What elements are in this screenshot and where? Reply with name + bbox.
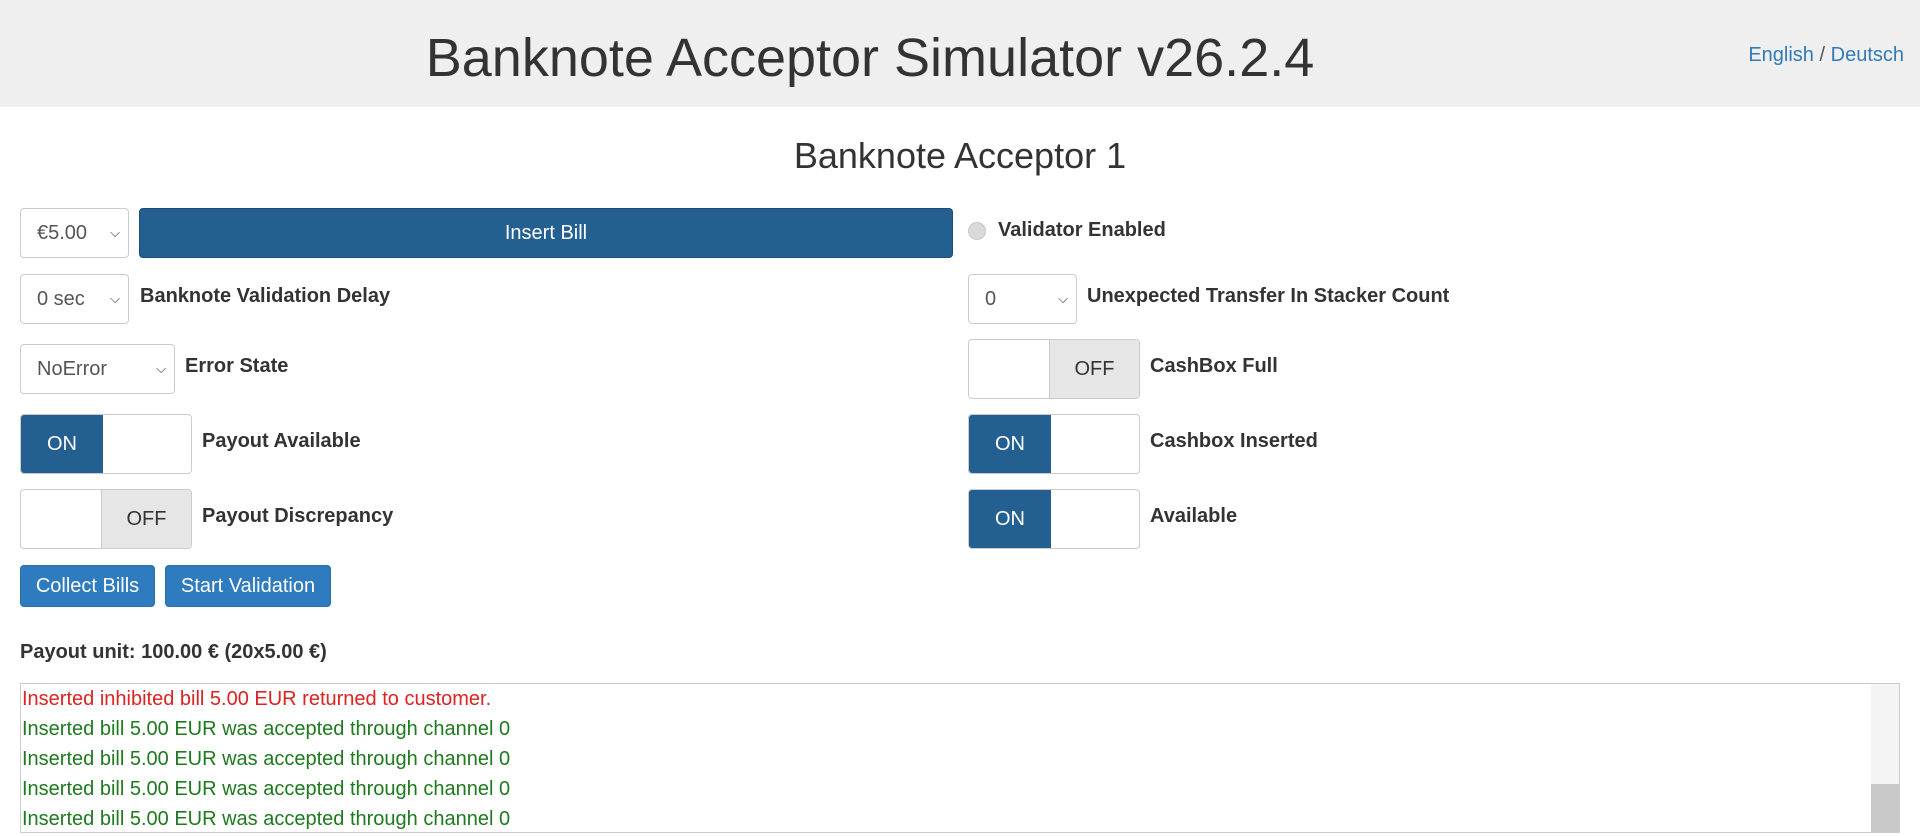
log-line: Inserted bill 5.00 EUR was accepted thro… [22,808,511,830]
language-switcher: English / Deutsch [1748,44,1904,67]
validation-delay-label: Banknote Validation Delay [140,285,391,307]
lang-english-link[interactable]: English [1748,44,1814,66]
app-title: Banknote Acceptor Simulator v26.2.4 [425,28,1315,88]
payout-available-toggle[interactable]: ON [20,414,192,474]
unexpected-transfer-select[interactable]: 0 ⌵ [968,274,1077,324]
payout-available-label: Payout Available [202,430,361,452]
payout-discrepancy-toggle[interactable]: OFF [20,489,192,549]
error-state-value: NoError [37,358,108,380]
chevron-down-icon: ⌵ [110,225,120,240]
log-line: Inserted bill 5.00 EUR was accepted thro… [22,718,511,740]
bill-denomination-value: €5.00 [37,222,88,244]
log-scrollbar[interactable] [1871,684,1899,832]
validator-enabled-label: Validator Enabled [998,219,1166,241]
unexpected-transfer-value: 0 [985,288,997,310]
validator-enabled-indicator[interactable] [968,222,986,240]
validation-delay-select[interactable]: 0 sec ⌵ [20,274,129,324]
available-toggle[interactable]: ON [968,489,1140,549]
toggle-on-label: ON [21,415,103,473]
log-scroll-thumb[interactable] [1871,784,1899,832]
chevron-down-icon: ⌵ [110,291,120,306]
section-title: Banknote Acceptor 1 [793,135,1127,176]
log-line: Inserted inhibited bill 5.00 EUR returne… [22,688,492,710]
bill-denomination-select[interactable]: €5.00 ⌵ [20,208,129,258]
cashbox-full-label: CashBox Full [1150,355,1278,377]
event-log[interactable]: Inserted inhibited bill 5.00 EUR returne… [20,683,1900,833]
available-label: Available [1150,505,1238,527]
cashbox-inserted-label: Cashbox Inserted [1150,430,1318,452]
lang-deutsch-link[interactable]: Deutsch [1831,44,1904,66]
collect-bills-button[interactable]: Collect Bills [20,565,155,607]
insert-bill-button[interactable]: Insert Bill [139,208,953,258]
toggle-on-label: ON [969,490,1051,548]
cashbox-inserted-toggle[interactable]: ON [968,414,1140,474]
toggle-off-label: OFF [1049,340,1139,398]
start-validation-button[interactable]: Start Validation [165,565,331,607]
unexpected-transfer-label: Unexpected Transfer In Stacker Count [1087,285,1450,307]
chevron-down-icon: ⌵ [156,361,166,376]
cashbox-full-toggle[interactable]: OFF [968,339,1140,399]
error-state-select[interactable]: NoError ⌵ [20,344,175,394]
lang-separator: / [1819,44,1826,66]
log-line: Inserted bill 5.00 EUR was accepted thro… [22,748,511,770]
toggle-off-label: OFF [101,490,191,548]
toggle-on-label: ON [969,415,1051,473]
payout-discrepancy-label: Payout Discrepancy [202,505,394,527]
chevron-down-icon: ⌵ [1058,291,1068,306]
page-header: Banknote Acceptor Simulator v26.2.4 Engl… [0,0,1920,107]
log-line: Inserted bill 5.00 EUR was accepted thro… [22,778,511,800]
validation-delay-value: 0 sec [37,288,85,310]
log-lines: Inserted inhibited bill 5.00 EUR returne… [21,684,1899,832]
error-state-label: Error State [185,355,289,377]
payout-unit-text: Payout unit: 100.00 € (20x5.00 €) [20,641,327,663]
